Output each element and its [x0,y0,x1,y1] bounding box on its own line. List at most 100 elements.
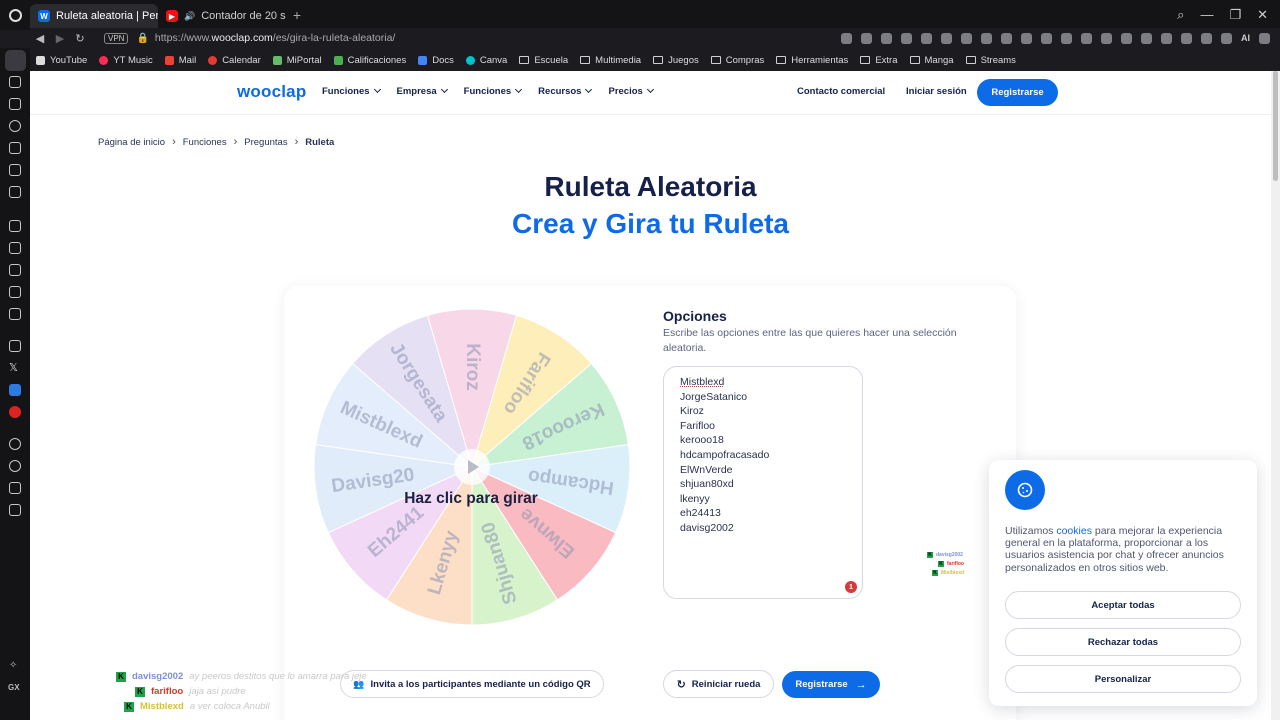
extension-icon[interactable] [1161,32,1172,44]
send-icon[interactable] [9,142,21,154]
extension-icon[interactable] [1181,32,1192,44]
cookies-link[interactable]: cookies [1056,525,1092,537]
nav-funciones[interactable]: Funciones [322,85,381,97]
options-textarea[interactable]: Mistblexd JorgeSatanico Kiroz Farifloo keroo… [663,366,863,599]
bookmark-item[interactable]: Calendar [208,55,261,66]
twitch-icon[interactable] [9,340,21,352]
extension-icon[interactable] [1061,32,1072,44]
close-button[interactable]: ✕ [1257,7,1268,23]
tab-ruleta[interactable]: W Ruleta aleatoria | Personal [30,4,158,28]
reload-button[interactable]: ↻ [70,32,90,45]
bookmark-item[interactable]: Compras [710,55,764,66]
paint-icon[interactable] [9,286,21,298]
star-icon[interactable] [9,76,21,88]
extension-icon[interactable] [1141,32,1152,44]
extension-icon[interactable] [1101,32,1112,44]
emoji-icon[interactable] [861,32,872,44]
sidebar-toggle-icon[interactable] [841,32,852,44]
canva-icon [465,55,475,65]
app-icon[interactable] [9,406,21,418]
menu-icon[interactable] [1259,32,1270,44]
clock-icon[interactable] [9,438,21,450]
bookmark-item[interactable]: YT Music [99,55,153,66]
customize-button[interactable]: Personalizar [1005,665,1241,693]
bunny-icon[interactable] [9,482,21,494]
shield-icon[interactable] [921,32,932,44]
bookmark-item[interactable]: Canva [465,55,507,66]
url-field[interactable]: https://www.wooclap.com/es/gira-la-rulet… [155,32,395,44]
bookmark-item[interactable]: Mail [164,55,196,66]
login-link[interactable]: Iniciar sesión [906,86,967,97]
music-icon[interactable] [9,242,21,254]
register-button[interactable]: Registrarse [977,79,1058,106]
gx-control[interactable]: GX [8,683,20,692]
reject-all-button[interactable]: Rechazar todas [1005,628,1241,656]
bookmark-icon[interactable] [961,32,972,44]
search-icon[interactable]: ⌕ [1177,7,1184,23]
spin-cta[interactable]: Haz clic para girar [370,490,572,508]
bookmark-item[interactable]: Herramientas [776,55,848,66]
snapshot-icon[interactable] [901,32,912,44]
rocket-icon[interactable] [9,164,21,176]
tab-contador[interactable]: ▶ 🔊 Contador de 20 segund [158,4,286,28]
bookmark-item[interactable]: Multimedia [580,55,641,66]
heart-shield-icon[interactable] [9,186,21,198]
scrollbar-thumb[interactable] [1273,71,1278,181]
breadcrumb-preguntas[interactable]: Preguntas [244,137,287,148]
controller-icon[interactable] [9,220,21,232]
extension-icon[interactable] [1221,32,1232,44]
app-icon[interactable] [9,384,21,396]
back-button[interactable]: ◀ [30,32,50,45]
extension-icon[interactable] [1081,32,1092,44]
opera-menu-icon[interactable] [0,0,30,30]
extension-icon[interactable] [1121,32,1132,44]
qr-invite-button[interactable]: 👥 Invita a los participantes mediante un… [340,670,604,698]
heart-icon[interactable] [981,32,992,44]
nav-recursos[interactable]: Recursos [538,85,593,97]
home-button[interactable] [5,50,26,71]
restore-button[interactable]: ❐ [1229,7,1241,23]
extension-icon[interactable] [1021,32,1032,44]
register-cta-button[interactable]: Registrarse → [782,671,880,698]
nav-empresa[interactable]: Empresa [397,85,448,97]
page-scrollbar[interactable] [1271,71,1280,720]
x-icon[interactable]: 𝕏 [9,362,21,374]
bookmark-item[interactable]: MiPortal [272,55,322,66]
bookmark-item[interactable]: Escuela [519,55,568,66]
ai-button[interactable]: AI [1241,33,1250,44]
bookmark-item[interactable]: YouTube [36,55,87,66]
atom-icon[interactable] [9,308,21,320]
extension-icon[interactable] [1041,32,1052,44]
extension-icon[interactable] [1201,32,1212,44]
contact-sales-link[interactable]: Contacto comercial [797,86,885,97]
speedometer-icon[interactable] [9,460,21,472]
breadcrumb-funciones[interactable]: Funciones [183,137,227,148]
qr-invite-label: Invita a los participantes mediante un c… [370,678,591,690]
bookmark-item[interactable]: Streams [965,55,1016,66]
pin-icon[interactable] [881,32,892,44]
minimize-button[interactable]: — [1200,7,1213,23]
bookmark-item[interactable]: Calificaciones [333,55,406,66]
vpn-badge[interactable]: VPN [104,32,129,44]
roulette-wheel[interactable]: Kiroz FariflooKerooo18HdcampoElwnveShjuan… [312,307,632,627]
option-line: Mistblexd [680,376,725,388]
new-tab-button[interactable]: + [286,4,308,26]
sparkle-icon[interactable]: ✧ [9,660,21,672]
nav-funciones-2[interactable]: Funciones [464,85,523,97]
wooclap-logo[interactable]: wooclap [237,82,306,102]
bookmark-item[interactable]: Juegos [653,55,699,66]
settings-icon[interactable] [9,504,21,516]
smile-icon[interactable] [9,120,21,132]
nav-precios[interactable]: Precios [608,85,654,97]
play-icon[interactable] [941,32,952,44]
forward-button[interactable]: ▶ [50,32,70,45]
cube-icon[interactable] [9,264,21,276]
bookmark-item[interactable]: Manga [909,55,954,66]
extension-icon[interactable] [1001,32,1012,44]
accept-all-button[interactable]: Aceptar todas [1005,591,1241,619]
reset-wheel-button[interactable]: ↻ Reiniciar rueda [663,670,774,698]
bookmark-item[interactable]: Extra [860,55,898,66]
breadcrumb-home[interactable]: Página de inicio [98,137,165,148]
bookmark-item[interactable]: Docs [418,55,454,66]
gamepad-icon[interactable] [9,98,21,110]
